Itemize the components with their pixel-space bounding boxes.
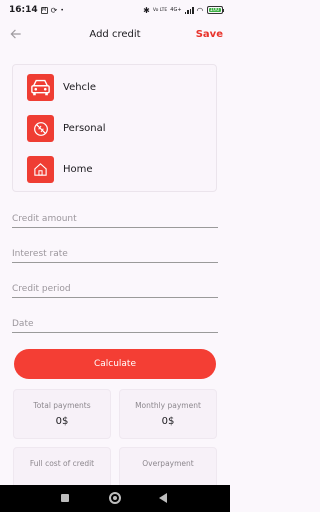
credit-amount-input[interactable]: [12, 210, 218, 224]
car-icon: [27, 74, 54, 101]
monthly-payment-label: Monthly payment: [135, 401, 201, 410]
credit-period-field[interactable]: [12, 276, 218, 298]
interest-rate-input[interactable]: [12, 245, 218, 259]
status-bar: 16:14 M ⟳ • ✱ Vo LTE 4G+ ◠ 100: [0, 0, 230, 20]
total-payments-label: Total payments: [33, 401, 91, 410]
dot-icon: •: [60, 6, 64, 14]
total-payments-card: Total payments 0$: [13, 389, 111, 439]
status-time: 16:14: [9, 5, 38, 15]
credit-amount-field[interactable]: [12, 206, 218, 228]
category-card: Vehcle Personal Home: [12, 64, 217, 192]
overpayment-label: Overpayment: [142, 459, 194, 468]
wifi-icon: ◠: [196, 5, 204, 15]
volte-label: Vo LTE: [152, 7, 168, 13]
battery-icon: 100: [206, 6, 224, 14]
interest-rate-field[interactable]: [12, 241, 218, 263]
home-icon: [27, 156, 54, 183]
battery-level: 100: [208, 7, 221, 13]
back-nav-icon[interactable]: [159, 493, 167, 503]
category-label-personal: Personal: [63, 123, 106, 134]
personal-icon: [27, 115, 54, 142]
system-nav-bar: [0, 485, 230, 512]
app-bar: Add credit Save: [0, 22, 230, 48]
category-personal[interactable]: Personal: [27, 115, 106, 142]
date-field[interactable]: [12, 311, 218, 333]
date-input[interactable]: [12, 315, 218, 329]
category-label-vehicle: Vehcle: [63, 82, 96, 93]
recents-icon[interactable]: [61, 494, 69, 502]
sync-icon: ⟳: [50, 5, 58, 15]
home-nav-icon[interactable]: [109, 492, 121, 504]
signal-icon: [184, 6, 194, 14]
network-label: 4G+: [170, 7, 182, 13]
total-payments-value: 0$: [55, 416, 69, 427]
calculate-button[interactable]: Calculate: [14, 349, 216, 379]
monthly-payment-value: 0$: [161, 416, 175, 427]
full-cost-label: Full cost of credit: [29, 459, 95, 468]
notification-icon: M: [40, 6, 48, 14]
monthly-payment-card: Monthly payment 0$: [119, 389, 217, 439]
category-label-home: Home: [63, 164, 93, 175]
bluetooth-icon: ✱: [143, 5, 150, 15]
category-vehicle[interactable]: Vehcle: [27, 74, 96, 101]
save-button[interactable]: Save: [196, 29, 223, 40]
credit-period-input[interactable]: [12, 280, 218, 294]
category-home[interactable]: Home: [27, 156, 93, 183]
